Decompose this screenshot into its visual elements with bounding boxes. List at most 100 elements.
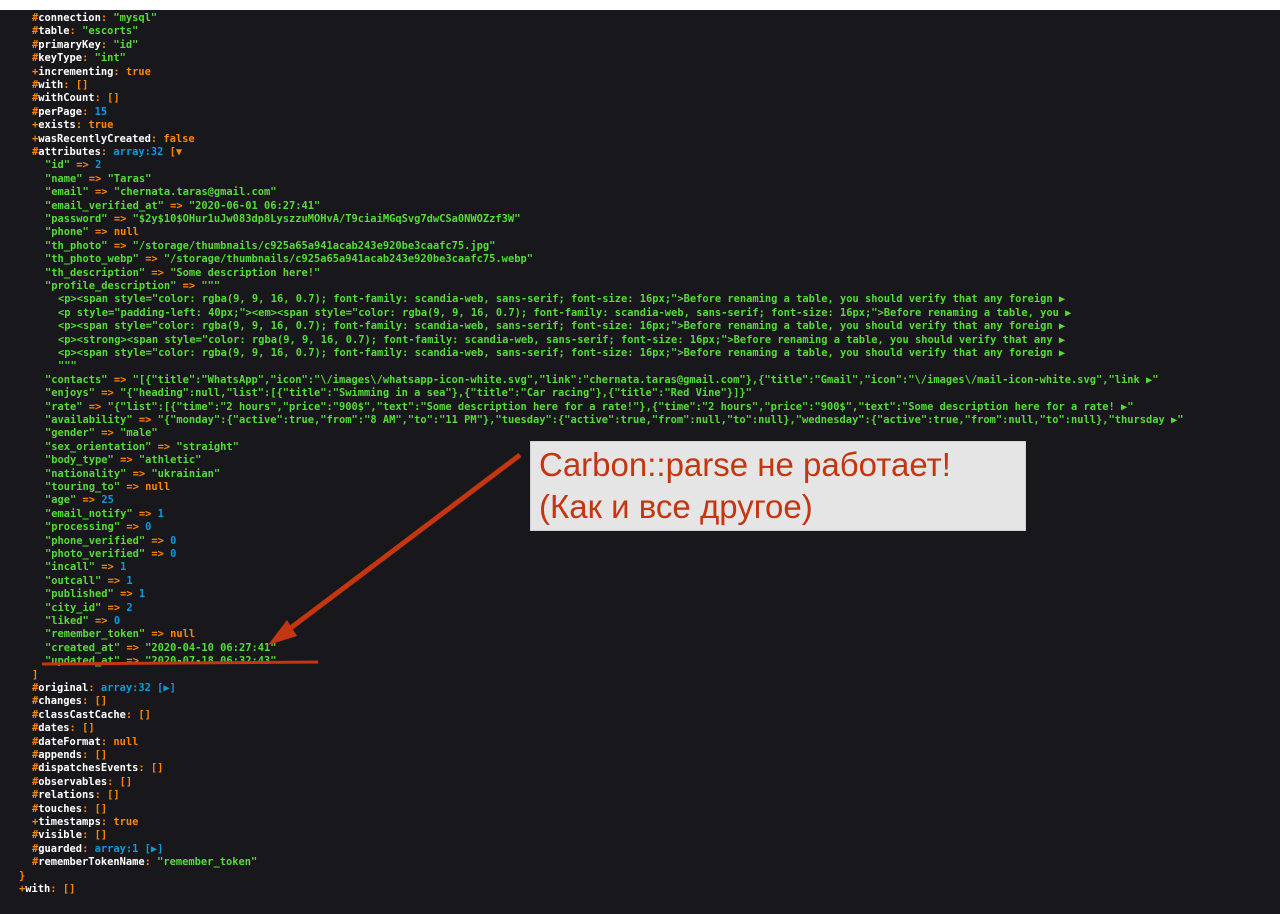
bracket-close: ] xyxy=(32,668,39,681)
collapse-toggle[interactable]: [▼ xyxy=(170,146,183,158)
property-key: withCount xyxy=(38,92,95,105)
attribute-row: "age" => 25 xyxy=(45,494,114,507)
property-key: exists xyxy=(38,119,76,132)
attribute-value: null xyxy=(170,628,196,641)
arrow-separator: => xyxy=(120,655,146,668)
arrow-separator: => xyxy=(145,628,171,641)
html-snippet[interactable]: <p><span style="color: rgba(9, 9, 16, 0.… xyxy=(58,293,1065,305)
arrow-separator: => xyxy=(95,387,121,400)
separator: : xyxy=(144,856,158,869)
property-key: observables xyxy=(38,775,108,788)
property-value: [] xyxy=(94,749,108,761)
attribute-row: "email" => "chernata.taras@gmail.com" xyxy=(45,186,276,199)
arrow-separator: => xyxy=(88,226,114,239)
attribute-value: "straight" xyxy=(176,440,239,453)
arrow-separator: => xyxy=(88,186,114,199)
attribute-key: "created_at" xyxy=(45,641,121,654)
separator: : xyxy=(107,775,120,788)
property-row: #guarded: array:1 [▶] xyxy=(32,843,163,856)
arrow-separator: => xyxy=(120,521,146,534)
property-row: +incrementing: true xyxy=(32,66,151,79)
property-value: "escorts" xyxy=(82,25,139,38)
attribute-row: "th_photo" => "/storage/thumbnails/c925a… xyxy=(45,240,495,253)
arrow-separator: => xyxy=(76,494,102,507)
attribute-row: "th_description" => "Some description he… xyxy=(45,267,320,280)
property-key: keyType xyxy=(38,52,83,65)
html-snippet[interactable]: <p><span style="color: rgba(9, 9, 16, 0.… xyxy=(58,320,1065,332)
arrow-separator: => xyxy=(113,588,139,601)
separator: : xyxy=(50,883,63,895)
property-row: #dateFormat: null xyxy=(32,736,138,749)
property-row: #with: [] xyxy=(32,79,88,92)
html-snippet[interactable]: <p><span style="color: rgba(9, 9, 16, 0.… xyxy=(58,347,1065,359)
attribute-key: "email" xyxy=(45,186,89,199)
property-key: wasRecentlyCreated xyxy=(38,132,151,145)
attribute-key: "incall" xyxy=(45,561,96,574)
arrow-separator: => xyxy=(82,172,108,185)
property-value: [] xyxy=(119,775,133,788)
arrow-separator: => xyxy=(107,239,133,252)
attribute-row: "liked" => 0 xyxy=(45,615,120,628)
attribute-key: "contacts" xyxy=(45,373,108,386)
property-row: #touches: [] xyxy=(32,803,107,816)
property-value: [] xyxy=(82,722,95,735)
arrow-separator: => xyxy=(70,159,96,172)
property-key: classCastCache xyxy=(38,708,126,721)
property-key: primaryKey xyxy=(38,38,101,51)
array-toggle[interactable]: array:1 [▶] xyxy=(95,843,164,855)
attribute-value: null xyxy=(113,226,139,239)
property-key: dateFormat xyxy=(38,735,101,748)
attribute-row: "processing" => 0 xyxy=(45,521,151,534)
attribute-key: "th_photo_webp" xyxy=(45,253,139,266)
property-row: #connection: "mysql" xyxy=(32,12,157,25)
html-snippet[interactable]: <p><strong><span style="color: rgba(9, 9… xyxy=(58,334,1065,346)
attribute-key: "profile_description" xyxy=(45,280,177,292)
property-value: [] xyxy=(75,79,89,91)
attribute-value: "/storage/thumbnails/c925a65a941acab243e… xyxy=(163,253,533,266)
html-snippet[interactable]: <p style="padding-left: 40px;"><em><span… xyxy=(58,307,1071,319)
arrow-separator: => xyxy=(101,601,127,614)
attribute-row: "sex_orientation" => "straight" xyxy=(45,441,239,454)
arrow-separator: => xyxy=(138,253,164,266)
attribute-row: "body_type" => "athletic" xyxy=(45,454,201,467)
brace-close: } xyxy=(19,869,26,882)
attribute-value: "{"list":[{"time":"2 hours","price":"900… xyxy=(107,400,1134,413)
attribute-key: "availability" xyxy=(45,414,133,426)
property-key: attributes xyxy=(38,146,101,158)
arrow-separator: => xyxy=(132,414,158,426)
property-key: dispatchesEvents xyxy=(38,762,139,775)
profile-description-line: <p><span style="color: rgba(9, 9, 16, 0.… xyxy=(58,293,1065,306)
attribute-key: "name" xyxy=(45,172,83,185)
property-value: [] xyxy=(94,802,108,815)
separator: : xyxy=(82,749,95,761)
property-key: original xyxy=(38,682,89,694)
arrow-separator: => xyxy=(95,561,121,574)
property-key: perPage xyxy=(38,105,83,118)
arrow-separator: => xyxy=(120,641,146,654)
separator: : xyxy=(100,816,114,828)
attribute-key: "sex_orientation" xyxy=(45,440,152,453)
property-value: "int" xyxy=(94,52,126,65)
attribute-key: "email_verified_at" xyxy=(45,199,164,212)
attributes-close: ] xyxy=(32,669,38,682)
arrow-separator: => xyxy=(107,213,133,225)
property-key: guarded xyxy=(38,842,83,855)
property-row: #perPage: 15 xyxy=(32,106,107,119)
arrow-separator: => xyxy=(101,574,127,587)
property-key: appends xyxy=(38,749,83,761)
attribute-value: "2020-07-18 06:32:43" xyxy=(145,655,277,668)
attribute-value: 1 xyxy=(138,588,146,601)
array-toggle[interactable]: array:32 [▶] xyxy=(101,682,176,694)
attribute-row: "th_photo_webp" => "/storage/thumbnails/… xyxy=(45,253,533,266)
attribute-value: 2 xyxy=(126,601,133,614)
property-key: relations xyxy=(38,789,95,802)
attribute-key: "remember_token" xyxy=(45,628,146,641)
separator: : xyxy=(82,829,95,842)
attribute-key: "photo_verified" xyxy=(45,548,146,560)
property-row: #observables: [] xyxy=(32,776,132,789)
annotation-line-2: (Как и все другое) xyxy=(539,488,813,525)
attribute-key: "phone_verified" xyxy=(45,534,146,547)
separator: : xyxy=(94,92,108,105)
string-close: """ xyxy=(58,360,77,373)
property-value: "mysql" xyxy=(113,12,158,24)
